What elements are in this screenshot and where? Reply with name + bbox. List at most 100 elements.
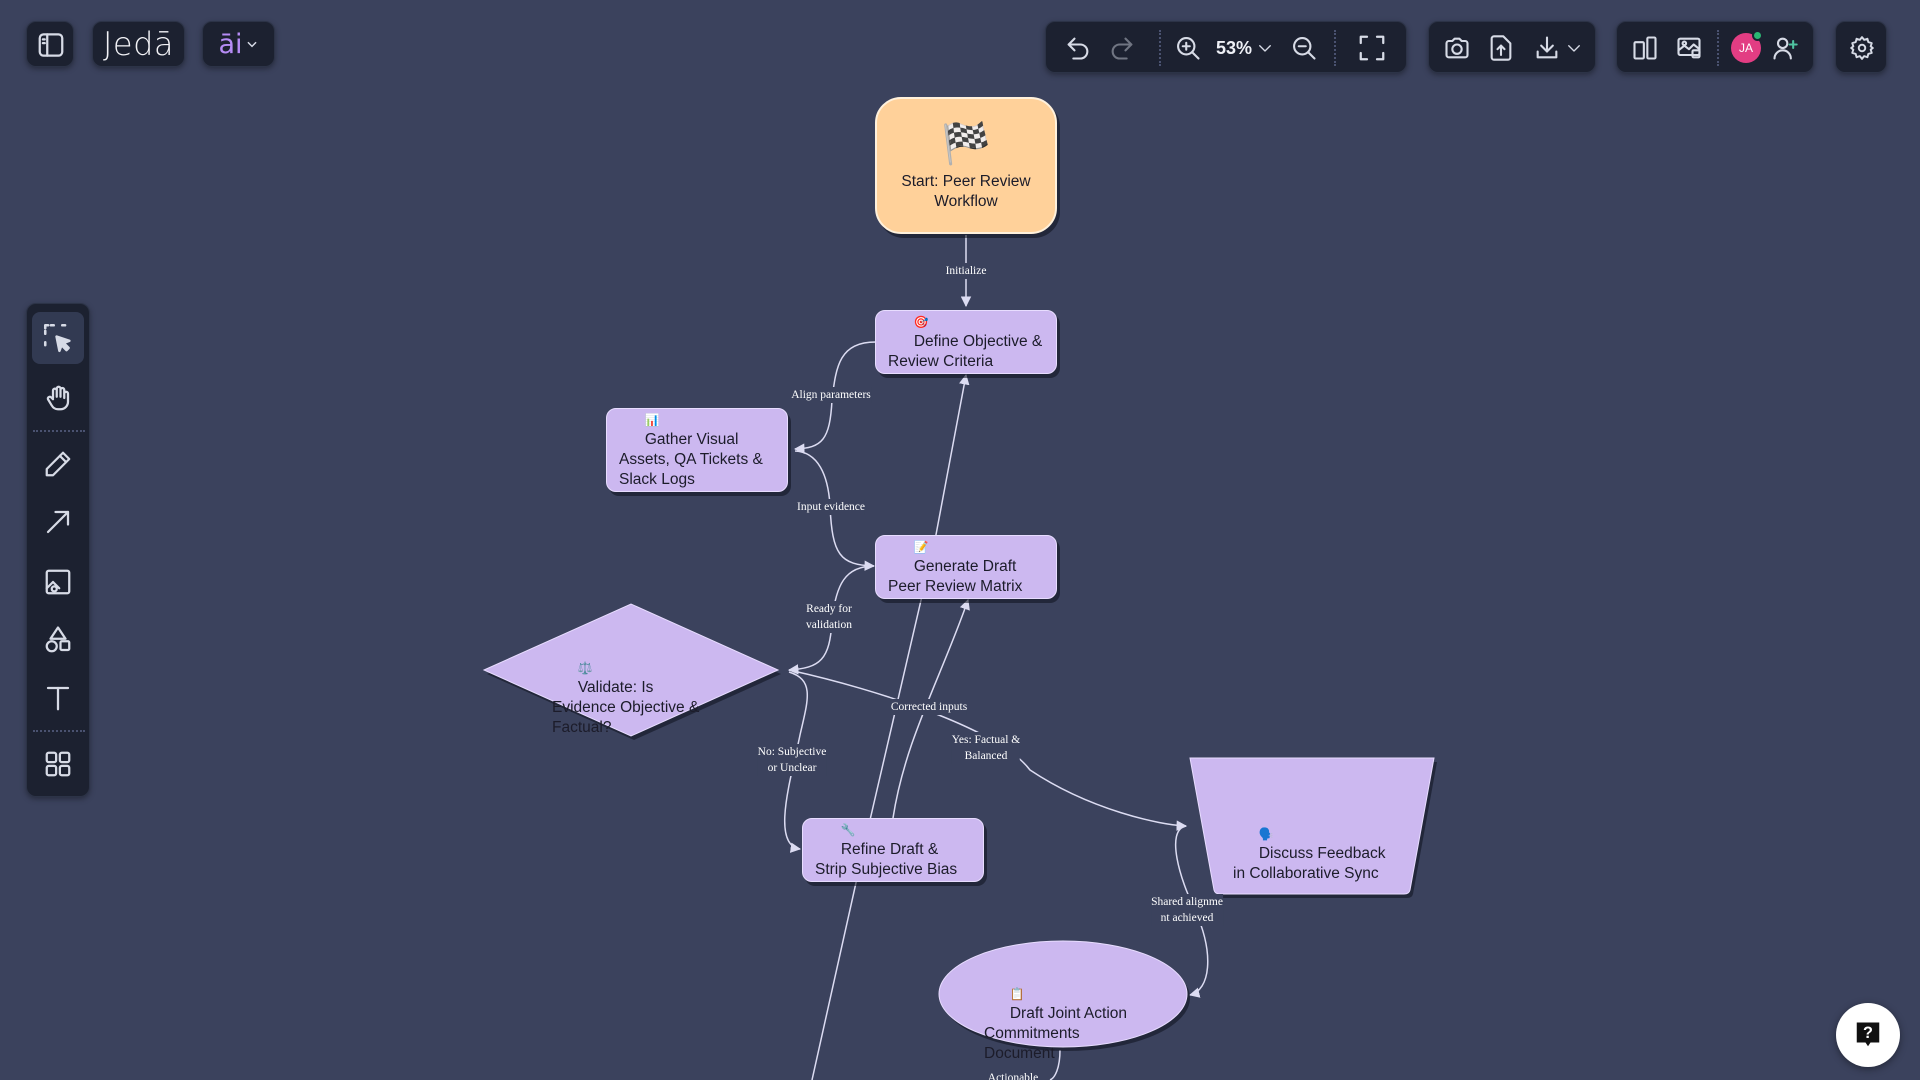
wrench-icon: 🔧 — [840, 823, 856, 837]
image-tool[interactable] — [32, 556, 84, 608]
export-toolbar — [1428, 21, 1596, 73]
presence-indicator — [1752, 30, 1763, 41]
user-avatar[interactable]: JA — [1731, 30, 1763, 63]
scales-icon: ⚖️ — [577, 661, 593, 675]
svg-text:?: ? — [1863, 1024, 1873, 1042]
help-icon: ? — [1856, 1022, 1880, 1047]
arrow-tool[interactable] — [32, 496, 84, 548]
redo-button[interactable] — [1102, 26, 1142, 70]
collaboration-toolbar: JA — [1616, 21, 1814, 73]
panel-layout-button[interactable] — [1625, 26, 1665, 70]
node-gather-assets[interactable]: 📊 Gather Visual Assets, QA Tickets & Sla… — [606, 408, 788, 492]
undo-icon — [1067, 37, 1089, 60]
toolbar-divider — [1334, 30, 1336, 66]
node-validate-decision[interactable]: ⚖️ Validate: Is Evidence Objective & Fac… — [476, 600, 786, 740]
toolbar-divider — [33, 730, 85, 732]
upload-button[interactable] — [1481, 26, 1521, 70]
checkered-flag-icon: 🏁 — [941, 121, 991, 166]
panel-layout-icon — [1633, 36, 1657, 60]
grid-icon — [45, 751, 71, 777]
gear-icon — [1850, 36, 1874, 60]
clipboard-icon: 📋 — [1009, 987, 1025, 1001]
chevron-down-icon — [1568, 45, 1580, 52]
diagram-canvas[interactable]: 🏁 Start: Peer Review Workflow 🎯 Define O… — [0, 0, 1920, 1080]
pencil-icon — [45, 451, 71, 477]
fullscreen-icon — [1359, 35, 1385, 61]
node-refine-draft[interactable]: 🔧 Refine Draft & Strip Subjective Bias — [802, 818, 984, 882]
edge-label-yes: Yes: Factual & Balanced — [951, 732, 1021, 764]
zoom-in-icon — [1177, 37, 1200, 60]
redo-icon — [1111, 37, 1133, 60]
node-draft-label: Draft Joint Action Commitments Document — [984, 1005, 1128, 1062]
text-icon — [46, 686, 70, 711]
tools-toolbar — [26, 303, 90, 797]
invite-user-button[interactable] — [1765, 26, 1805, 70]
node-gather-label: Gather Visual Assets, QA Tickets & Slack… — [619, 431, 763, 488]
upload-icon — [1490, 35, 1512, 61]
shapes-tool[interactable] — [32, 614, 84, 666]
present-icon — [1677, 37, 1701, 59]
node-refine-label: Refine Draft & Strip Subjective Bias — [815, 841, 958, 878]
download-dropdown[interactable] — [1525, 26, 1591, 70]
ai-menu-button[interactable]: āi — [202, 21, 275, 67]
zoom-level-dropdown[interactable]: 53% — [1212, 26, 1278, 70]
node-discuss-label: Discuss Feedback in Collaborative Sync — [1233, 845, 1386, 882]
pencil-tool[interactable] — [32, 438, 84, 490]
edge-label-shared: Shared alignme nt achieved — [1151, 894, 1223, 926]
avatar-initials: JA — [1738, 41, 1753, 55]
speaking-head-icon: 🗣️ — [1258, 827, 1274, 841]
logo-text: Jedā — [102, 25, 175, 63]
node-generate-draft[interactable]: 📝 Generate Draft Peer Review Matrix — [875, 535, 1057, 599]
chevron-down-icon — [246, 41, 257, 48]
screenshot-button[interactable] — [1437, 26, 1477, 70]
edge-label-align: Align parameters — [791, 387, 871, 403]
edge-label-input-evidence: Input evidence — [796, 499, 866, 515]
toolbar-divider — [1159, 30, 1161, 66]
history-zoom-toolbar: 53% — [1045, 21, 1407, 73]
image-icon — [45, 569, 71, 595]
edge-label-initialize: Initialize — [945, 263, 987, 279]
arrow-icon — [46, 510, 70, 534]
node-start[interactable]: 🏁 Start: Peer Review Workflow — [875, 97, 1057, 234]
zoom-in-button[interactable] — [1168, 26, 1208, 70]
components-tool[interactable] — [32, 738, 84, 790]
memo-icon: 📝 — [913, 540, 929, 554]
node-draft-commitments[interactable]: 📋 Draft Joint Action Commitments Documen… — [938, 940, 1190, 1062]
hand-tool[interactable] — [32, 372, 84, 424]
select-cursor-icon — [43, 323, 71, 353]
bar-chart-icon: 📊 — [644, 413, 660, 427]
toolbar-divider — [1717, 30, 1719, 66]
add-user-icon — [1773, 37, 1798, 60]
chevron-down-icon — [1259, 45, 1271, 52]
node-start-label: Start: Peer Review Workflow — [901, 172, 1031, 210]
undo-button[interactable] — [1058, 26, 1098, 70]
camera-icon — [1445, 37, 1469, 59]
fit-to-screen-button[interactable] — [1350, 26, 1394, 70]
text-tool[interactable] — [32, 672, 84, 724]
target-icon: 🎯 — [913, 315, 929, 329]
zoom-level-value: 53% — [1215, 37, 1253, 58]
settings-button[interactable] — [1835, 21, 1887, 73]
zoom-out-button[interactable] — [1284, 26, 1324, 70]
select-tool[interactable] — [32, 312, 84, 364]
node-discuss-feedback[interactable]: 🗣️ Discuss Feedback in Collaborative Syn… — [1188, 756, 1438, 898]
node-define-objective[interactable]: 🎯 Define Objective & Review Criteria — [875, 310, 1057, 374]
shapes-icon — [45, 626, 71, 653]
hand-icon — [46, 385, 70, 411]
node-validate-label: Validate: Is Evidence Objective & Factua… — [552, 679, 700, 736]
sidebar-toggle-icon — [38, 33, 64, 57]
edge-label-corrected: Corrected inputs — [890, 699, 968, 715]
toolbar-divider — [33, 430, 85, 432]
ai-label: āi — [218, 28, 243, 60]
edge-label-actionable: Actionable — [987, 1070, 1039, 1080]
download-icon — [1536, 36, 1558, 59]
app-logo[interactable]: Jedā — [92, 21, 185, 67]
present-button[interactable] — [1669, 26, 1709, 70]
edge-label-ready: Ready for validation — [806, 601, 852, 633]
edge-label-no: No: Subjective or Unclear — [757, 744, 827, 776]
help-button[interactable]: ? — [1836, 1003, 1900, 1067]
sidebar-toggle-button[interactable] — [26, 21, 74, 67]
node-define-label: Define Objective & Review Criteria — [888, 333, 1043, 370]
node-generate-label: Generate Draft Peer Review Matrix — [888, 558, 1023, 595]
zoom-out-icon — [1293, 37, 1316, 60]
